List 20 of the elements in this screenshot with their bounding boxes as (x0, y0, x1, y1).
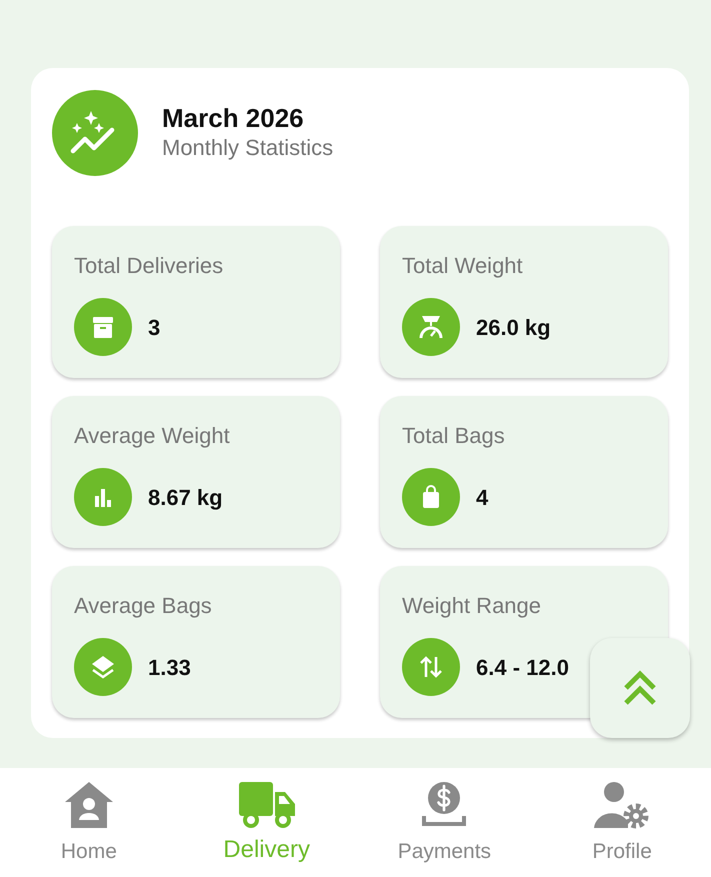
stat-value: 8.67 kg (148, 484, 223, 512)
stat-label: Total Weight (402, 252, 524, 280)
stat-value: 26.0 kg (476, 314, 551, 342)
stat-value: 6.4 - 12.0 (476, 654, 569, 682)
stat-label: Average Bags (74, 592, 213, 620)
stat-value: 4 (476, 484, 488, 512)
stat-value: 3 (148, 314, 160, 342)
nav-tab[interactable]: Delivery (178, 768, 356, 877)
scroll-up-button[interactable] (590, 638, 690, 738)
stat-label: Average Weight (74, 422, 231, 450)
subtitle: Monthly Statistics (162, 134, 334, 162)
stat-label: Weight Range (402, 592, 542, 620)
month-title: March 2026 (162, 103, 305, 134)
stat-label: Total Bags (402, 422, 506, 450)
nav-tab[interactable]: Home (0, 768, 178, 877)
truck-icon (236, 780, 297, 830)
stat-value: 1.33 (148, 654, 191, 682)
nav-tab[interactable]: Payments (356, 768, 534, 877)
stat-label: Total Deliveries (74, 252, 224, 280)
nav-tab[interactable]: Profile (533, 768, 711, 877)
